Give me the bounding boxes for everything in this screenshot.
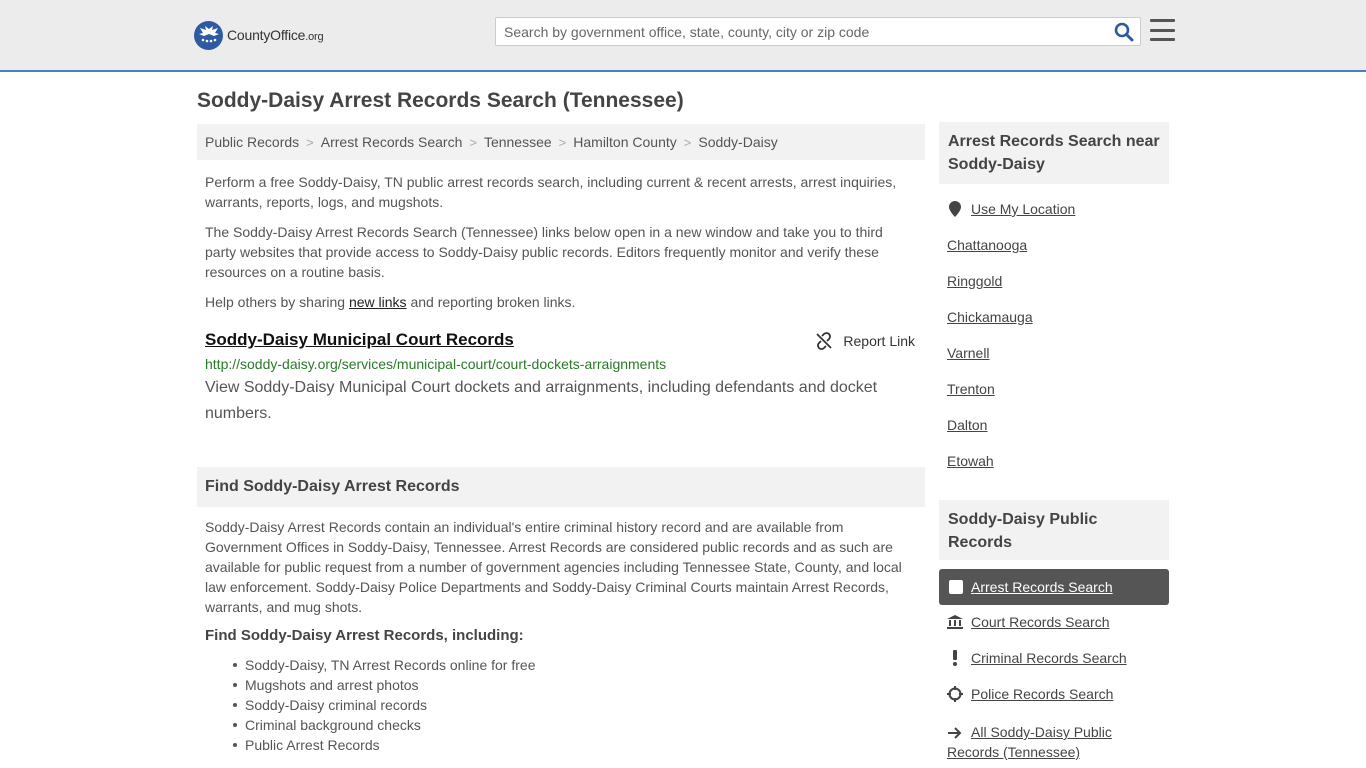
record-link-title[interactable]: Soddy-Daisy Municipal Court Records	[205, 330, 514, 349]
use-my-location-link[interactable]: Use My Location	[947, 201, 1075, 217]
map-pin-icon	[947, 201, 963, 217]
list-item: Soddy-Daisy criminal records	[233, 695, 536, 715]
record-link-url[interactable]: http://soddy-daisy.org/services/municipa…	[205, 356, 915, 372]
new-links-link[interactable]: new links	[349, 294, 407, 310]
nearby-ringgold-link[interactable]: Ringgold	[947, 273, 1002, 289]
page-title: Soddy-Daisy Arrest Records Search (Tenne…	[197, 89, 684, 112]
list-item: Public Arrest Records	[233, 735, 536, 755]
chevron-right-icon: >	[558, 134, 567, 150]
report-link-button[interactable]: Report Link	[815, 332, 915, 350]
nearby-trenton-link[interactable]: Trenton	[947, 381, 995, 397]
chevron-right-icon: >	[469, 134, 477, 150]
checkbox-icon	[949, 580, 963, 594]
find-records-heading: Find Soddy-Daisy Arrest Records	[197, 467, 925, 507]
find-records-list: Soddy-Daisy, TN Arrest Records online fo…	[233, 655, 536, 755]
chevron-right-icon: >	[306, 134, 314, 150]
exclamation-icon	[947, 650, 963, 666]
breadcrumb-arrest-records-search[interactable]: Arrest Records Search	[321, 134, 463, 150]
sidebar-public-records-heading: Soddy-Daisy Public Records	[939, 500, 1169, 560]
search-input[interactable]	[496, 18, 1106, 45]
record-link-entry: Soddy-Daisy Municipal Court Records Repo…	[205, 330, 915, 427]
sidebar-item-criminal-records[interactable]: Criminal Records Search	[947, 650, 1127, 666]
nearby-varnell-link[interactable]: Varnell	[947, 345, 990, 361]
sidebar-item-arrest-records-search[interactable]: Arrest Records Search	[939, 569, 1169, 605]
sidebar-item-all-public-records[interactable]: All Soddy-Daisy Public Records (Tennesse…	[947, 722, 1147, 762]
list-item: Mugshots and arrest photos	[233, 675, 536, 695]
breadcrumb-tennessee[interactable]: Tennessee	[484, 134, 552, 150]
breadcrumb: Public Records > Arrest Records Search >…	[197, 124, 925, 160]
find-records-body: Soddy-Daisy Arrest Records contain an in…	[205, 519, 902, 615]
eagle-logo-icon	[194, 20, 223, 50]
broken-link-icon	[816, 332, 833, 350]
hamburger-menu-icon[interactable]	[1150, 19, 1175, 41]
intro-text: Perform a free Soddy-Daisy, TN public ar…	[205, 172, 905, 322]
breadcrumb-soddy-daisy[interactable]: Soddy-Daisy	[698, 134, 777, 150]
nearby-etowah-link[interactable]: Etowah	[947, 453, 994, 469]
search-icon[interactable]	[1114, 22, 1134, 42]
site-logo[interactable]: CountyOffice.org	[194, 20, 324, 50]
nearby-dalton-link[interactable]: Dalton	[947, 417, 987, 433]
sidebar-near-heading: Arrest Records Search near Soddy-Daisy	[939, 122, 1169, 184]
list-item: Soddy-Daisy, TN Arrest Records online fo…	[233, 657, 536, 673]
intro-paragraph: Help others by sharing new links and rep…	[205, 294, 576, 310]
logo-tld: .org	[305, 31, 324, 43]
site-header: CountyOffice.org	[0, 0, 1366, 72]
find-records-subheading: Find Soddy-Daisy Arrest Records, includi…	[205, 627, 524, 644]
sidebar-item-police-records[interactable]: Police Records Search	[947, 686, 1113, 702]
breadcrumb-hamilton-county[interactable]: Hamilton County	[573, 134, 677, 150]
arrow-right-icon	[947, 725, 963, 741]
sidebar-item-court-records[interactable]: Court Records Search	[947, 614, 1110, 630]
nearby-chickamauga-link[interactable]: Chickamauga	[947, 309, 1033, 325]
courthouse-icon	[947, 614, 963, 630]
nearby-chattanooga-link[interactable]: Chattanooga	[947, 237, 1027, 253]
search-box	[495, 17, 1141, 46]
report-link-label: Report Link	[843, 333, 915, 349]
intro-paragraph: The Soddy-Daisy Arrest Records Search (T…	[205, 224, 883, 280]
crosshair-icon	[947, 686, 963, 702]
record-link-description: View Soddy-Daisy Municipal Court dockets…	[205, 379, 878, 422]
intro-paragraph: Perform a free Soddy-Daisy, TN public ar…	[205, 174, 897, 210]
chevron-right-icon: >	[683, 134, 692, 150]
breadcrumb-public-records[interactable]: Public Records	[205, 134, 299, 150]
list-item: Criminal background checks	[233, 715, 536, 735]
logo-name: CountyOffice	[227, 27, 306, 43]
